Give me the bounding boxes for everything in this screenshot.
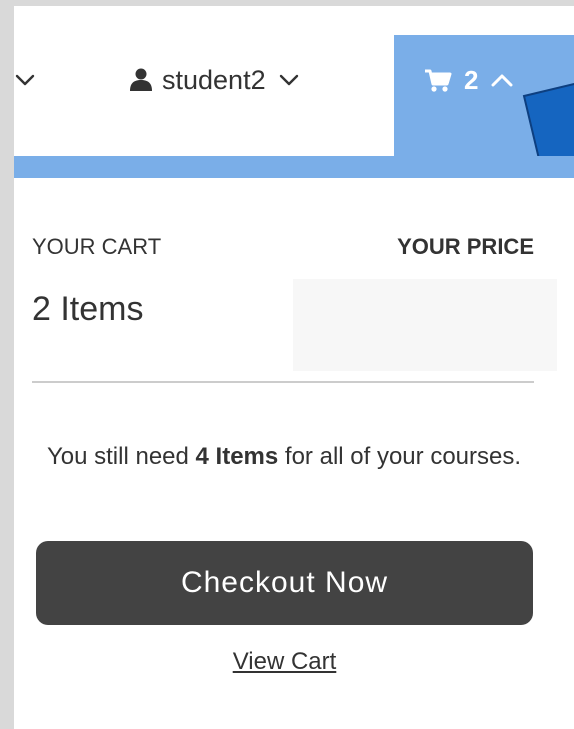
- your-price-heading: YOUR PRICE: [397, 234, 534, 259]
- user-menu-toggle[interactable]: student2: [128, 62, 300, 98]
- chevron-up-icon: [491, 74, 513, 86]
- your-cart-heading: YOUR CART: [32, 234, 162, 259]
- user-icon: [130, 68, 152, 91]
- cart-dropdown-panel: YOUR CART YOUR PRICE 2 Items You still n…: [14, 178, 574, 729]
- cart-items-count: 2 Items: [32, 290, 144, 328]
- top-nav-bar: student2 2: [14, 6, 574, 306]
- cart-toggle-content: 2: [424, 65, 514, 96]
- view-cart-link[interactable]: View Cart: [36, 648, 533, 676]
- price-placeholder-box: [293, 279, 557, 371]
- header-accent-strip: [14, 156, 574, 178]
- need-prefix-text: You still need: [46, 443, 196, 470]
- need-items-count: 4 Items: [195, 443, 279, 470]
- items-needed-message: You still need 4 Items for all of your c…: [44, 440, 524, 474]
- divider: [32, 381, 534, 383]
- chevron-down-icon[interactable]: [14, 69, 36, 91]
- chevron-down-icon: [279, 74, 298, 86]
- page-frame: student2 2 YOUR CART YOUR PRICE 2 Items …: [14, 6, 574, 729]
- shopping-cart-icon: [425, 69, 452, 92]
- cart-count-badge: 2: [464, 65, 479, 95]
- need-suffix-text: for all of your courses.: [278, 443, 522, 470]
- username-label: student2: [162, 64, 266, 95]
- checkout-now-button[interactable]: Checkout Now: [36, 541, 533, 625]
